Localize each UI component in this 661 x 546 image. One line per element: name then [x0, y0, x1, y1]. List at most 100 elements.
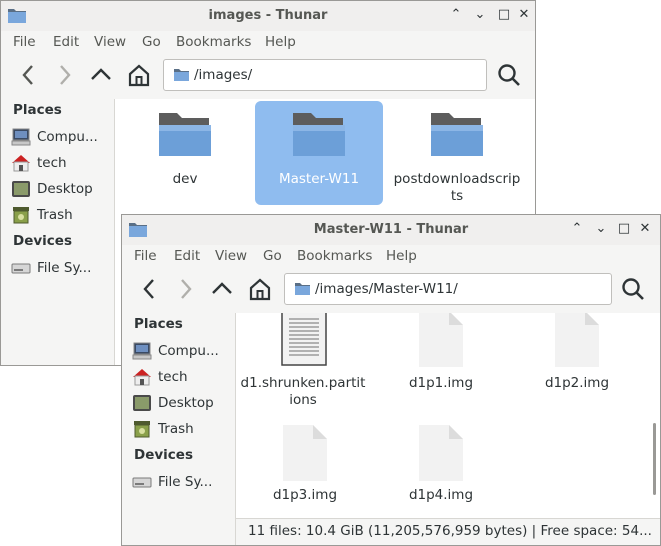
folder-icon: [293, 113, 345, 156]
devices-header: Devices: [13, 233, 72, 249]
menu-bookmarks[interactable]: Bookmarks: [297, 248, 372, 264]
close-icon[interactable]: ✕: [636, 220, 654, 238]
menu-help[interactable]: Help: [265, 34, 296, 50]
sidebar-item-computer[interactable]: Compu...: [132, 340, 242, 362]
minimize-icon[interactable]: ⌄: [592, 220, 610, 238]
sidebar-item-label: Desktop: [158, 395, 214, 411]
computer-icon: [11, 128, 31, 146]
menu-edit[interactable]: Edit: [53, 34, 79, 50]
drive-icon: [11, 263, 31, 274]
desktop-icon: [133, 395, 151, 411]
up-button[interactable]: [209, 276, 235, 302]
devices-header: Devices: [134, 447, 193, 463]
file-item-d1p2-img[interactable]: d1p2.img: [522, 313, 632, 403]
folder-icon: [159, 113, 211, 156]
folder-item-master-w11[interactable]: Master-W11: [255, 101, 383, 205]
folder-icon: [174, 69, 189, 81]
forward-button[interactable]: [172, 276, 198, 302]
sidebar-item-label: Desktop: [37, 181, 93, 197]
sidebar-item-label: tech: [37, 155, 67, 171]
folder-icon: [295, 283, 310, 295]
file-item-d1p4-img[interactable]: d1p4.img: [386, 425, 496, 515]
desktop-icon: [12, 181, 30, 197]
home-folder-icon: [12, 155, 30, 172]
sidebar-item-desktop[interactable]: Desktop: [11, 178, 121, 200]
menu-help[interactable]: Help: [386, 248, 417, 264]
minimize-up-icon[interactable]: ⌃: [447, 6, 465, 24]
folder-item-postdownloadscripts[interactable]: postdownloadscripts: [389, 103, 525, 213]
file-label: dev: [172, 171, 198, 187]
vertical-scrollbar[interactable]: [653, 423, 656, 495]
file-label: postdownloadscripts: [393, 171, 521, 204]
minimize-icon[interactable]: ⌄: [471, 6, 489, 24]
search-button[interactable]: [496, 62, 522, 88]
location-bar[interactable]: /images/: [163, 59, 487, 91]
file-label: d1p2.img: [544, 375, 610, 391]
search-button[interactable]: [620, 276, 646, 302]
file-label: Master-W11: [278, 171, 360, 187]
location-bar[interactable]: /images/Master-W11/: [284, 273, 612, 305]
back-button[interactable]: [137, 276, 163, 302]
file-label: d1p3.img: [272, 487, 338, 503]
up-arrow-icon: [212, 282, 232, 294]
text-file-icon: [281, 313, 327, 366]
thunar-window-master-w11[interactable]: Master-W11 - Thunar ⌃ ⌄ □ ✕ File Edit Vi…: [121, 214, 661, 546]
search-icon: [622, 278, 644, 300]
drive-icon: [132, 477, 152, 488]
sidebar-item-filesystem[interactable]: File Sy...: [11, 257, 121, 279]
minimize-up-icon[interactable]: ⌃: [568, 220, 586, 238]
menu-go[interactable]: Go: [263, 248, 282, 264]
home-icon: [128, 64, 150, 87]
sidebar-item-tech[interactable]: tech: [132, 366, 242, 388]
sidebar-item-tech[interactable]: tech: [11, 152, 121, 174]
back-button[interactable]: [16, 62, 42, 88]
folder-item-dev[interactable]: dev: [135, 103, 235, 203]
title-bar[interactable]: Master-W11 - Thunar ⌃ ⌄ □ ✕: [122, 215, 660, 245]
maximize-icon[interactable]: □: [615, 220, 633, 238]
title-bar[interactable]: images - Thunar ⌃ ⌄ □ ✕: [1, 1, 535, 31]
sidebar-item-desktop[interactable]: Desktop: [132, 392, 242, 414]
file-item-d1p3-img[interactable]: d1p3.img: [250, 425, 360, 515]
sidebar-item-filesystem[interactable]: File Sy...: [132, 471, 242, 493]
file-icon: [419, 313, 463, 367]
up-button[interactable]: [88, 62, 114, 88]
menu-view[interactable]: View: [94, 34, 126, 50]
location-path: /images/: [194, 67, 253, 83]
sidebar-item-label: Compu...: [158, 343, 219, 359]
file-label: d1p4.img: [408, 487, 474, 503]
file-label: d1.shrunken.partitions: [240, 375, 366, 408]
file-icon: [555, 313, 599, 367]
file-label: d1p1.img: [408, 375, 474, 391]
home-button[interactable]: [247, 276, 273, 302]
toolbar: /images/: [1, 53, 535, 100]
menu-view[interactable]: View: [215, 248, 247, 264]
home-button[interactable]: [126, 62, 152, 88]
home-icon: [249, 278, 271, 301]
sidebar-item-trash[interactable]: Trash: [132, 418, 242, 440]
sidebar-item-label: Trash: [37, 207, 73, 223]
menu-go[interactable]: Go: [142, 34, 161, 50]
menu-bar: File Edit View Go Bookmarks Help: [1, 31, 535, 53]
file-item-d1-shrunken-partitions[interactable]: d1.shrunken.partitions: [238, 313, 368, 413]
sidebar-item-label: File Sy...: [158, 474, 213, 490]
sidebar-item-label: Trash: [158, 421, 194, 437]
maximize-icon[interactable]: □: [495, 6, 513, 24]
menu-edit[interactable]: Edit: [174, 248, 200, 264]
toolbar: /images/Master-W11/: [122, 267, 660, 314]
status-text: 11 files: 10.4 GiB (11,205,576,959 bytes…: [248, 523, 652, 539]
location-path: /images/Master-W11/: [315, 281, 458, 297]
file-view[interactable]: d1.shrunken.partitions d1p1.img d1p2.img…: [236, 313, 660, 519]
status-bar: 11 files: 10.4 GiB (11,205,576,959 bytes…: [236, 518, 660, 545]
sidebar-item-trash[interactable]: Trash: [11, 204, 121, 226]
close-icon[interactable]: ✕: [515, 6, 533, 24]
forward-button[interactable]: [51, 62, 77, 88]
sidebar-item-label: tech: [158, 369, 188, 385]
menu-file[interactable]: File: [13, 34, 36, 50]
menu-bookmarks[interactable]: Bookmarks: [176, 34, 251, 50]
menu-file[interactable]: File: [134, 248, 157, 264]
places-header: Places: [13, 102, 62, 118]
file-item-d1p1-img[interactable]: d1p1.img: [386, 313, 496, 403]
file-icon: [419, 425, 463, 481]
sidebar-item-computer[interactable]: Compu...: [11, 126, 121, 148]
folder-icon: [431, 113, 483, 156]
